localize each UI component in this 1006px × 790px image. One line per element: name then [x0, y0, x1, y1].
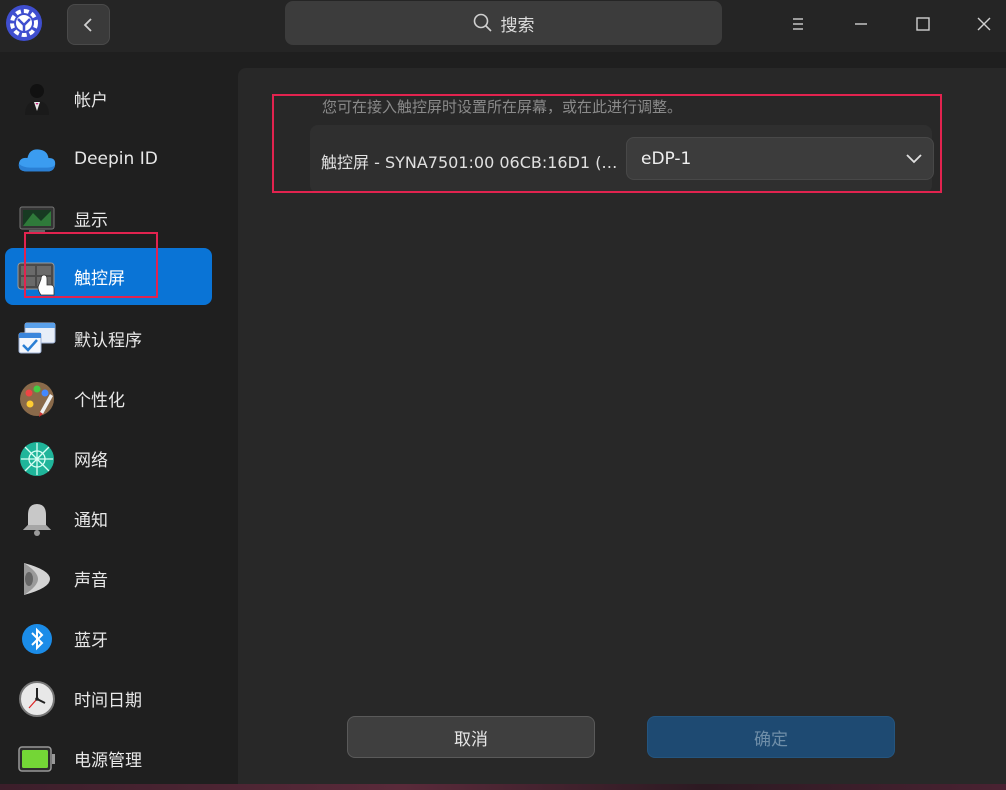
sidebar-item-power[interactable]: 电源管理	[5, 730, 212, 784]
speaker-icon	[17, 559, 57, 599]
battery-icon	[17, 739, 57, 779]
touchscreen-settings-panel: 您可在接入触控屏时设置所在屏幕，或在此进行调整。 触控屏 - SYNA7501:…	[238, 68, 1006, 784]
back-button[interactable]	[67, 4, 110, 45]
touchscreen-device-row: 触控屏 - SYNA7501:00 06CB:16D1 (… eDP-1	[310, 125, 934, 193]
sidebar-item-account[interactable]: 帐户	[5, 70, 212, 127]
sidebar-item-label: 时间日期	[74, 691, 142, 711]
touchscreen-icon	[17, 257, 57, 297]
maximize-button[interactable]	[907, 8, 939, 40]
menu-button[interactable]	[782, 8, 814, 40]
maximize-icon	[916, 17, 930, 31]
settings-gear-logo-icon	[5, 4, 43, 42]
cancel-button[interactable]: 取消	[347, 716, 595, 758]
control-center-window: 搜索 帐户 Deepin ID 显示 触控屏 默认程序 个性化 网络 通知 声音…	[0, 0, 1006, 784]
sidebar-item-label: 声音	[74, 571, 108, 591]
touchscreen-device-name: 触控屏 - SYNA7501:00 06CB:16D1 (…	[321, 153, 618, 172]
sidebar-item-label: 网络	[74, 451, 108, 471]
clock-icon	[17, 679, 57, 719]
minimize-icon	[855, 23, 867, 25]
sidebar-item-label: 默认程序	[74, 331, 142, 351]
sidebar-item-sound[interactable]: 声音	[5, 550, 212, 607]
desktop-wallpaper-edge	[0, 784, 1006, 790]
sidebar-item-label: 显示	[74, 211, 108, 231]
display-icon	[17, 199, 57, 239]
search-icon	[473, 13, 492, 32]
confirm-button[interactable]: 确定	[647, 716, 895, 758]
sidebar-item-label: 通知	[74, 511, 108, 531]
search-input[interactable]: 搜索	[285, 1, 722, 45]
sidebar: 帐户 Deepin ID 显示 触控屏 默认程序 个性化 网络 通知 声音 蓝牙…	[0, 52, 230, 784]
chevron-down-icon	[906, 154, 922, 164]
sidebar-item-datetime[interactable]: 时间日期	[5, 670, 212, 727]
sidebar-item-label: 帐户	[74, 91, 108, 111]
close-icon	[977, 17, 991, 31]
sidebar-item-display[interactable]: 显示	[5, 190, 212, 247]
sidebar-item-default-apps[interactable]: 默认程序	[5, 310, 212, 367]
close-button[interactable]	[968, 8, 1000, 40]
default-apps-icon	[17, 319, 57, 359]
sidebar-item-label: 电源管理	[74, 751, 142, 771]
network-icon	[17, 439, 57, 479]
account-icon	[17, 79, 57, 119]
search-placeholder: 搜索	[500, 15, 535, 36]
minimize-button[interactable]	[845, 8, 877, 40]
output-screen-select[interactable]: eDP-1	[626, 137, 934, 180]
touchscreen-hint-text: 您可在接入触控屏时设置所在屏幕，或在此进行调整。	[322, 98, 683, 116]
cloud-icon	[17, 139, 57, 179]
bell-icon	[17, 499, 57, 539]
titlebar: 搜索	[0, 0, 1006, 52]
sidebar-item-label: 个性化	[74, 391, 125, 411]
sidebar-item-bluetooth[interactable]: 蓝牙	[5, 610, 212, 667]
output-screen-value: eDP-1	[641, 149, 692, 169]
sidebar-item-touchscreen[interactable]: 触控屏	[5, 248, 212, 305]
menu-icon	[793, 18, 803, 30]
sidebar-item-label: 触控屏	[74, 269, 125, 289]
sidebar-item-deepin-id[interactable]: Deepin ID	[5, 130, 212, 187]
sidebar-item-notification[interactable]: 通知	[5, 490, 212, 547]
sidebar-item-personalization[interactable]: 个性化	[5, 370, 212, 427]
bluetooth-icon	[17, 619, 57, 659]
sidebar-item-label: Deepin ID	[74, 148, 158, 169]
chevron-left-icon	[83, 17, 92, 32]
sidebar-item-label: 蓝牙	[74, 631, 108, 651]
personalization-palette-icon	[17, 379, 57, 419]
sidebar-item-network[interactable]: 网络	[5, 430, 212, 487]
